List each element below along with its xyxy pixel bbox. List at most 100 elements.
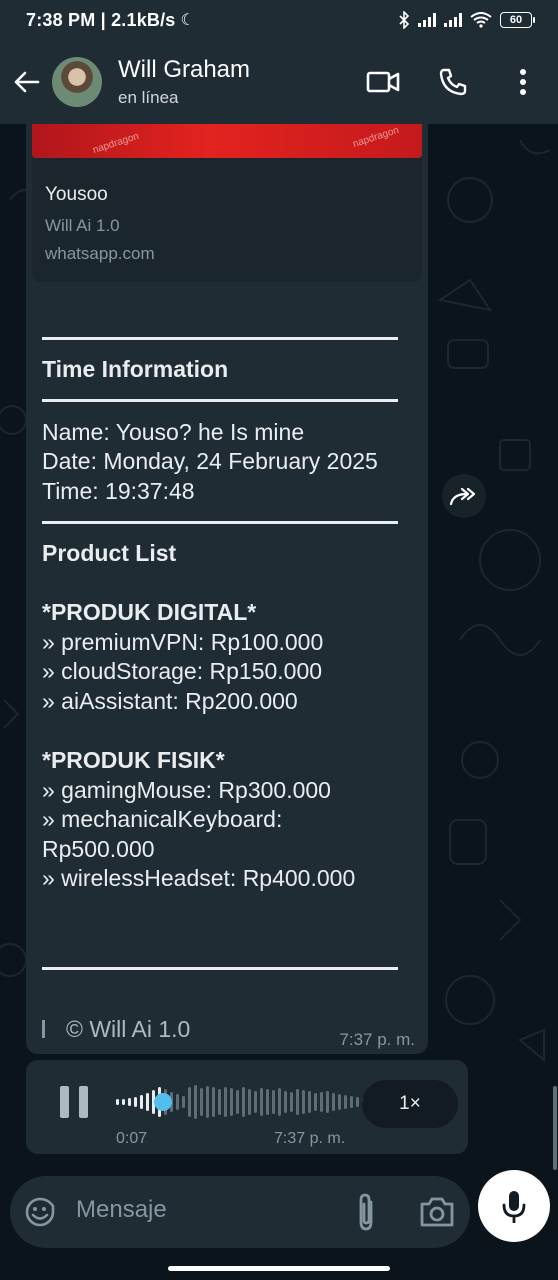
- divider: [42, 967, 398, 970]
- audio-waveform[interactable]: [114, 1080, 376, 1124]
- waveform-bar: [248, 1089, 251, 1115]
- waveform-bar: [356, 1097, 359, 1107]
- voice-duration: 0:07: [116, 1130, 148, 1147]
- bluetooth-icon: [399, 11, 410, 29]
- waveform-bar: [296, 1089, 299, 1115]
- waveform-bar: [128, 1098, 131, 1106]
- waveform-bar: [206, 1086, 209, 1118]
- voice-message: 1× 0:07 7:37 p. m.: [26, 1060, 468, 1154]
- waveform-bar: [230, 1088, 233, 1116]
- forward-button[interactable]: [442, 474, 486, 518]
- waveform-bar: [308, 1091, 311, 1113]
- waveform-bar: [266, 1089, 269, 1115]
- waveform-bar: [272, 1090, 275, 1114]
- list-item: » wirelessHeadset: Rp400.000: [42, 865, 356, 891]
- emoji-icon[interactable]: [24, 1196, 56, 1228]
- time-section-title: Time Information: [42, 356, 229, 382]
- waveform-bar: [314, 1093, 317, 1111]
- physical-heading: *PRODUK FISIK*: [42, 747, 225, 773]
- link-preview-url: whatsapp.com: [45, 244, 155, 263]
- product-section-title: Product List: [42, 540, 177, 566]
- waveform-bar: [194, 1085, 197, 1119]
- video-call-button[interactable]: [348, 40, 418, 124]
- link-preview-title: Yousoo: [45, 184, 108, 205]
- waveform-bar: [236, 1090, 239, 1114]
- voice-timestamp: 7:37 p. m.: [274, 1130, 346, 1147]
- divider: [42, 521, 398, 524]
- video-camera-icon: [366, 71, 400, 93]
- message-timestamp: 7:37 p. m.: [339, 1030, 415, 1049]
- waveform-bar: [350, 1096, 353, 1108]
- waveform-bar: [224, 1087, 227, 1117]
- contact-info[interactable]: Will Graham en línea: [118, 56, 250, 108]
- waveform-bar: [140, 1095, 143, 1109]
- waveform-bar: [332, 1093, 335, 1111]
- digital-heading: *PRODUK DIGITAL*: [42, 599, 257, 625]
- waveform-bar: [122, 1099, 125, 1105]
- list-item: » cloudStorage: Rp150.000: [42, 658, 323, 684]
- date-line: Date: Monday, 24 February 2025: [42, 448, 378, 474]
- waveform-bar: [200, 1088, 203, 1116]
- waveform-bar: [344, 1095, 347, 1109]
- pause-icon: [60, 1086, 69, 1118]
- list-item: » gamingMouse: Rp300.000: [42, 777, 331, 803]
- more-options-button[interactable]: [488, 40, 558, 124]
- arrow-left-icon: [14, 71, 40, 93]
- time-line: Time: 19:37:48: [42, 478, 195, 504]
- link-preview-image[interactable]: napdragon napdragon: [32, 124, 422, 158]
- voice-call-button[interactable]: [418, 40, 488, 124]
- waveform-bar: [320, 1092, 323, 1112]
- quote-bar: [42, 1020, 45, 1038]
- waveform-bar: [284, 1091, 287, 1113]
- scrollbar[interactable]: [553, 1086, 557, 1170]
- back-button[interactable]: [0, 40, 52, 124]
- waveform-bar: [302, 1090, 305, 1114]
- home-indicator[interactable]: [168, 1266, 390, 1271]
- name-line: Name: Youso? he Is mine: [42, 419, 305, 445]
- playback-scrubber[interactable]: [154, 1093, 172, 1111]
- chat-header: Will Graham en línea: [0, 40, 558, 124]
- more-vertical-icon: [520, 69, 526, 95]
- link-preview-card[interactable]: Yousoo Will Ai 1.0 whatsapp.com: [32, 158, 422, 282]
- waveform-bar: [260, 1088, 263, 1116]
- waveform-bar: [146, 1093, 149, 1111]
- signal-icon-2: [444, 13, 462, 27]
- waveform-bar: [278, 1088, 281, 1116]
- paperclip-icon[interactable]: [350, 1192, 384, 1232]
- waveform-bar: [326, 1091, 329, 1113]
- status-time: 7:38 PM | 2.1kB/s: [26, 9, 176, 30]
- contact-name: Will Graham: [118, 56, 251, 83]
- do-not-disturb-icon: ☾: [180, 12, 195, 29]
- message-input[interactable]: Mensaje: [76, 1196, 167, 1224]
- status-bar: 7:38 PM | 2.1kB/s ☾ 60: [0, 0, 558, 40]
- waveform-bar: [338, 1094, 341, 1110]
- waveform-bar: [218, 1089, 221, 1115]
- list-item: » aiAssistant: Rp200.000: [42, 688, 298, 714]
- microphone-icon: [502, 1191, 526, 1223]
- waveform-bar: [242, 1087, 245, 1117]
- forward-icon: [449, 487, 476, 506]
- avatar[interactable]: [52, 57, 102, 107]
- waveform-bar: [188, 1087, 191, 1117]
- message-footer: © Will Ai 1.0: [66, 1016, 191, 1042]
- voice-record-button[interactable]: [478, 1170, 550, 1242]
- camera-icon[interactable]: [418, 1194, 456, 1230]
- pause-button[interactable]: [60, 1086, 90, 1118]
- contact-status: en línea: [118, 88, 179, 107]
- list-item: » premiumVPN: Rp100.000: [42, 629, 324, 655]
- waveform-bar: [116, 1099, 119, 1105]
- waveform-bar: [176, 1094, 179, 1110]
- waveform-bar: [134, 1097, 137, 1107]
- playback-speed-button[interactable]: 1×: [362, 1080, 458, 1128]
- waveform-bar: [182, 1096, 185, 1108]
- phone-icon: [439, 68, 467, 96]
- message-bubble[interactable]: napdragon napdragon Yousoo Will Ai 1.0 w…: [26, 124, 428, 1054]
- list-item: » mechanicalKeyboard:: [42, 806, 283, 832]
- signal-icon-1: [418, 13, 436, 27]
- link-preview-description: Will Ai 1.0: [45, 216, 120, 235]
- divider: [42, 399, 398, 402]
- battery-icon: 60: [500, 12, 535, 28]
- waveform-bar: [254, 1091, 257, 1113]
- divider: [42, 337, 398, 340]
- wifi-icon: [470, 12, 492, 28]
